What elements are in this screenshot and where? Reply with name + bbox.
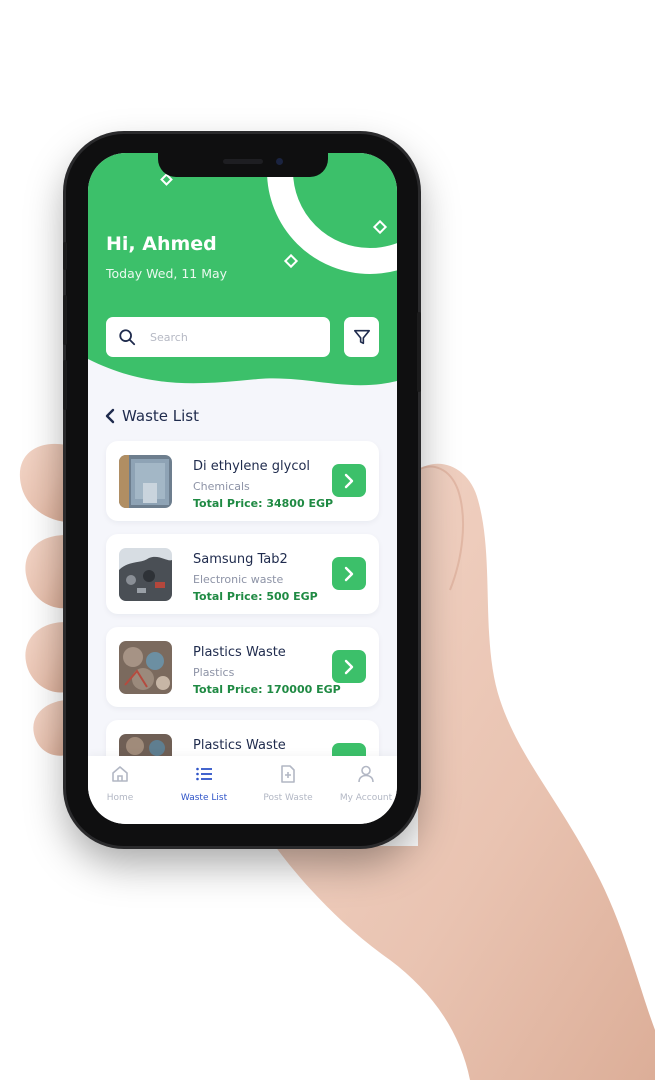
mute-switch (63, 242, 67, 270)
item-category: Electronic waste (193, 573, 284, 586)
section-title: Waste List (122, 407, 199, 425)
tab-label: Waste List (180, 793, 228, 803)
front-camera (276, 158, 283, 165)
chevron-right-icon (344, 473, 354, 488)
search-box[interactable] (106, 317, 330, 357)
chevron-right-icon (344, 659, 354, 674)
bottom-tab-bar: Home Waste List Post Waste My Account (88, 756, 397, 824)
item-category: Plastics (193, 666, 235, 679)
app-screen: Hi, Ahmed Today Wed, 11 May Waste List (88, 153, 397, 824)
tab-home[interactable]: Home (88, 764, 155, 803)
item-price: Total Price: 500 EGP (193, 590, 318, 603)
chevron-right-icon (344, 566, 354, 581)
open-item-button[interactable] (332, 650, 366, 683)
volume-up-button (63, 295, 67, 345)
home-icon (112, 766, 128, 782)
item-category: Chemicals (193, 480, 250, 493)
user-icon (358, 765, 374, 783)
item-name: Samsung Tab2 (193, 552, 288, 567)
item-name: Plastics Waste (193, 645, 286, 660)
chevron-left-icon[interactable] (104, 408, 116, 424)
date-text: Today Wed, 11 May (106, 266, 228, 281)
item-thumbnail (119, 641, 172, 694)
list-item[interactable]: Samsung Tab2 Electronic waste Total Pric… (106, 534, 379, 614)
phone-notch (158, 150, 328, 177)
filter-button[interactable] (344, 317, 379, 357)
item-price: Total Price: 170000 EGP (193, 683, 341, 696)
list-icon (196, 767, 212, 781)
tab-label: Post Waste (263, 793, 313, 803)
item-price: Total Price: 34800 EGP (193, 497, 334, 510)
speaker-grille (223, 159, 263, 164)
header: Hi, Ahmed Today Wed, 11 May (88, 153, 397, 393)
tab-label: Home (106, 793, 134, 803)
tab-waste-list[interactable]: Waste List (169, 764, 239, 803)
volume-down-button (63, 360, 67, 410)
section-header[interactable]: Waste List (104, 407, 199, 425)
list-item[interactable]: Plastics Waste Plastics Total Price: 170… (106, 627, 379, 707)
open-item-button[interactable] (332, 557, 366, 590)
greeting-text: Hi, Ahmed (106, 233, 217, 255)
tab-label: My Account (339, 793, 393, 803)
filter-icon (353, 329, 370, 345)
item-name: Di ethylene glycol (193, 459, 311, 474)
search-icon (119, 329, 136, 346)
tab-post-waste[interactable]: Post Waste (253, 764, 323, 803)
document-plus-icon (281, 765, 295, 783)
item-name: Plastics Waste (193, 738, 286, 753)
item-thumbnail (119, 548, 172, 601)
item-thumbnail (119, 455, 172, 508)
open-item-button[interactable] (332, 464, 366, 497)
list-item[interactable]: Di ethylene glycol Chemicals Total Price… (106, 441, 379, 521)
power-button (417, 312, 421, 392)
tab-my-account[interactable]: My Account (331, 764, 397, 803)
search-input[interactable] (148, 329, 312, 345)
